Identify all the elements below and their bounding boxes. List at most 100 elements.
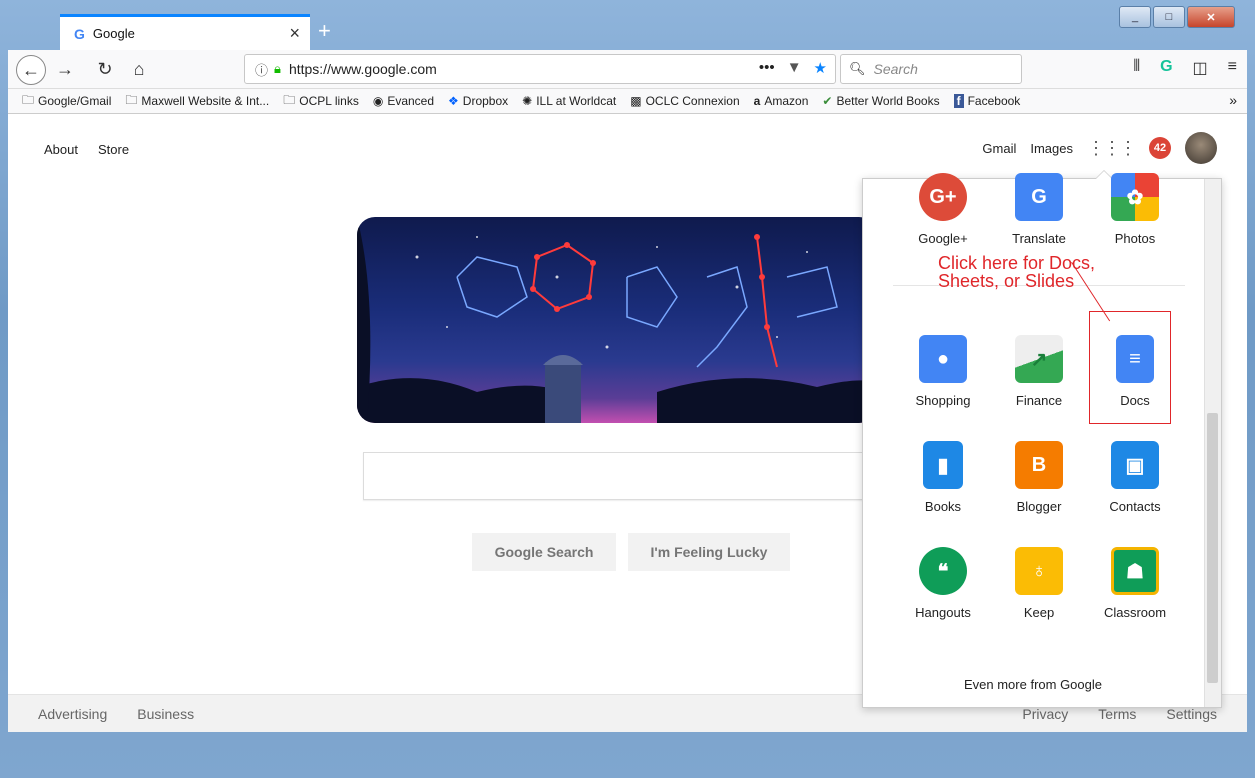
navigation-bar: ← → ↻ ⌂ ⓘ 🔒︎ https://www.google.com ••• … [8, 50, 1247, 89]
app-label: Shopping [915, 393, 971, 408]
app-books[interactable]: ▮ Books [895, 441, 991, 514]
app-classroom[interactable]: ☗ Classroom [1087, 547, 1183, 620]
bookmark-item[interactable]: f Facebook [953, 94, 1020, 108]
feeling-lucky-button[interactable]: I'm Feeling Lucky [628, 533, 790, 571]
app-contacts[interactable]: ▣ Contacts [1087, 441, 1183, 514]
folder-icon: 🗀 [22, 92, 35, 107]
app-finance[interactable]: ↗ Finance [991, 335, 1087, 408]
terms-link[interactable]: Terms [1098, 706, 1136, 722]
app-label: Hangouts [915, 605, 971, 620]
app-keep[interactable]: ♁ Keep [991, 547, 1087, 620]
bookmarks-toolbar: 🗀 Google/Gmail 🗀 Maxwell Website & Int... … [8, 89, 1247, 114]
annotation-highlight-box [1089, 311, 1171, 424]
search-bar[interactable]: 🔍︎ Search [840, 54, 1022, 84]
privacy-link[interactable]: Privacy [1022, 706, 1068, 722]
google-search-button[interactable]: Google Search [472, 533, 616, 571]
keep-bulb-icon: ♁ [1015, 547, 1063, 595]
images-link[interactable]: Images [1030, 141, 1073, 156]
app-shopping[interactable]: ● Shopping [895, 335, 991, 408]
finance-chart-icon: ↗ [1015, 335, 1063, 383]
bookmark-item[interactable]: ❖ Dropbox [448, 94, 508, 108]
tab-title: Google [92, 26, 135, 41]
reload-button[interactable]: ↻ [92, 56, 118, 82]
top-right-links: Gmail Images ⋮⋮⋮ 42 [982, 132, 1217, 164]
maximize-button[interactable]: □ [1153, 6, 1185, 28]
top-left-links: About Store [44, 142, 129, 157]
oclc-icon: ▩ [630, 94, 642, 108]
even-more-link[interactable]: Even more from Google [863, 677, 1203, 692]
app-translate[interactable]: G Translate [991, 173, 1087, 246]
search-placeholder: Search [873, 61, 918, 77]
contacts-icon: ▣ [1111, 441, 1159, 489]
minimize-button[interactable]: _ [1119, 6, 1151, 28]
google-doodle[interactable] [357, 217, 877, 423]
sidebar-icon[interactable]: ◫ [1193, 58, 1208, 78]
translate-icon: G [1015, 173, 1063, 221]
window-controls: _ □ ✕ [1119, 6, 1235, 28]
bookmark-item[interactable]: ◉ Evanced [373, 94, 434, 108]
tab-google[interactable]: G Google × [60, 14, 310, 50]
address-bar[interactable]: ⓘ 🔒︎ https://www.google.com ••• ▼ ★ [244, 54, 836, 84]
amazon-icon: a [753, 94, 761, 108]
apps-grid-icon[interactable]: ⋮⋮⋮ [1087, 138, 1137, 159]
address-bar-actions: ••• ▼ ★ [759, 59, 827, 77]
info-icon[interactable]: ⓘ [255, 60, 268, 79]
app-label: Keep [1023, 605, 1055, 620]
app-label: Classroom [1103, 605, 1167, 620]
app-photos[interactable]: ✿ Photos [1087, 173, 1183, 246]
scrollbar-thumb[interactable] [1207, 413, 1218, 683]
globe-icon: ◉ [372, 94, 384, 108]
about-link[interactable]: About [44, 142, 78, 157]
advertising-link[interactable]: Advertising [38, 706, 107, 722]
app-label: Photos [1114, 231, 1156, 246]
new-tab-icon[interactable]: + [318, 18, 331, 44]
settings-link[interactable]: Settings [1166, 706, 1217, 722]
bookmark-item[interactable]: ✔ Better World Books [822, 94, 939, 108]
notifications-badge[interactable]: 42 [1149, 137, 1171, 159]
app-hangouts[interactable]: ❝ Hangouts [895, 547, 991, 620]
menu-icon[interactable]: ≡ [1228, 58, 1237, 78]
close-window-button[interactable]: ✕ [1187, 6, 1235, 28]
google-search-input[interactable] [363, 452, 885, 500]
bookmark-item[interactable]: ✺ ILL at Worldcat [522, 94, 616, 108]
google-favicon-icon: G [74, 25, 85, 42]
panel-scrollbar[interactable] [1204, 179, 1221, 707]
library-icon[interactable]: ⫴ [1133, 58, 1140, 78]
photos-icon: ✿ [1111, 173, 1159, 221]
home-button[interactable]: ⌂ [126, 56, 152, 82]
app-label: Blogger [1016, 499, 1062, 514]
grammarly-icon[interactable]: G [1160, 58, 1172, 78]
bookmark-item[interactable]: 🗀 Maxwell Website & Int... [125, 91, 269, 112]
books-icon: ▮ [923, 441, 963, 489]
chevron-right-icon[interactable]: » [1229, 92, 1237, 108]
gmail-link[interactable]: Gmail [982, 141, 1016, 156]
app-blogger[interactable]: B Blogger [991, 441, 1087, 514]
classroom-icon: ☗ [1111, 547, 1159, 595]
app-label: Google+ [918, 231, 968, 246]
close-tab-icon[interactable]: × [289, 23, 300, 44]
app-google-plus[interactable]: G+ Google+ [895, 173, 991, 246]
toolbar-icons: ⫴ G ◫ ≡ [1133, 58, 1237, 78]
folder-icon: 🗀 [125, 92, 138, 107]
bookmark-item[interactable]: 🗀 Google/Gmail [22, 91, 111, 112]
bookmark-item[interactable]: ▩ OCLC Connexion [630, 94, 739, 108]
business-link[interactable]: Business [137, 706, 194, 722]
dropbox-icon: ❖ [448, 94, 459, 108]
bwb-icon: ✔ [822, 94, 833, 108]
page-actions-icon[interactable]: ••• [759, 59, 775, 77]
bookmark-item[interactable]: a Amazon [754, 94, 809, 108]
google-plus-icon: G+ [919, 173, 967, 221]
forward-button[interactable]: → [52, 56, 78, 82]
tab-bar: G Google × + _ □ ✕ [8, 4, 1247, 50]
avatar[interactable] [1185, 132, 1217, 164]
bookmark-star-icon[interactable]: ★ [814, 59, 827, 77]
shopping-tag-icon: ● [919, 335, 967, 383]
lock-icon: 🔒︎ [274, 61, 281, 76]
pocket-icon[interactable]: ▼ [787, 59, 802, 77]
doodle-artwork [357, 217, 877, 423]
worldcat-icon: ✺ [522, 94, 533, 108]
store-link[interactable]: Store [98, 142, 129, 157]
back-button[interactable]: ← [16, 55, 46, 85]
app-label: Contacts [1109, 499, 1161, 514]
bookmark-item[interactable]: 🗀 OCPL links [283, 91, 359, 112]
